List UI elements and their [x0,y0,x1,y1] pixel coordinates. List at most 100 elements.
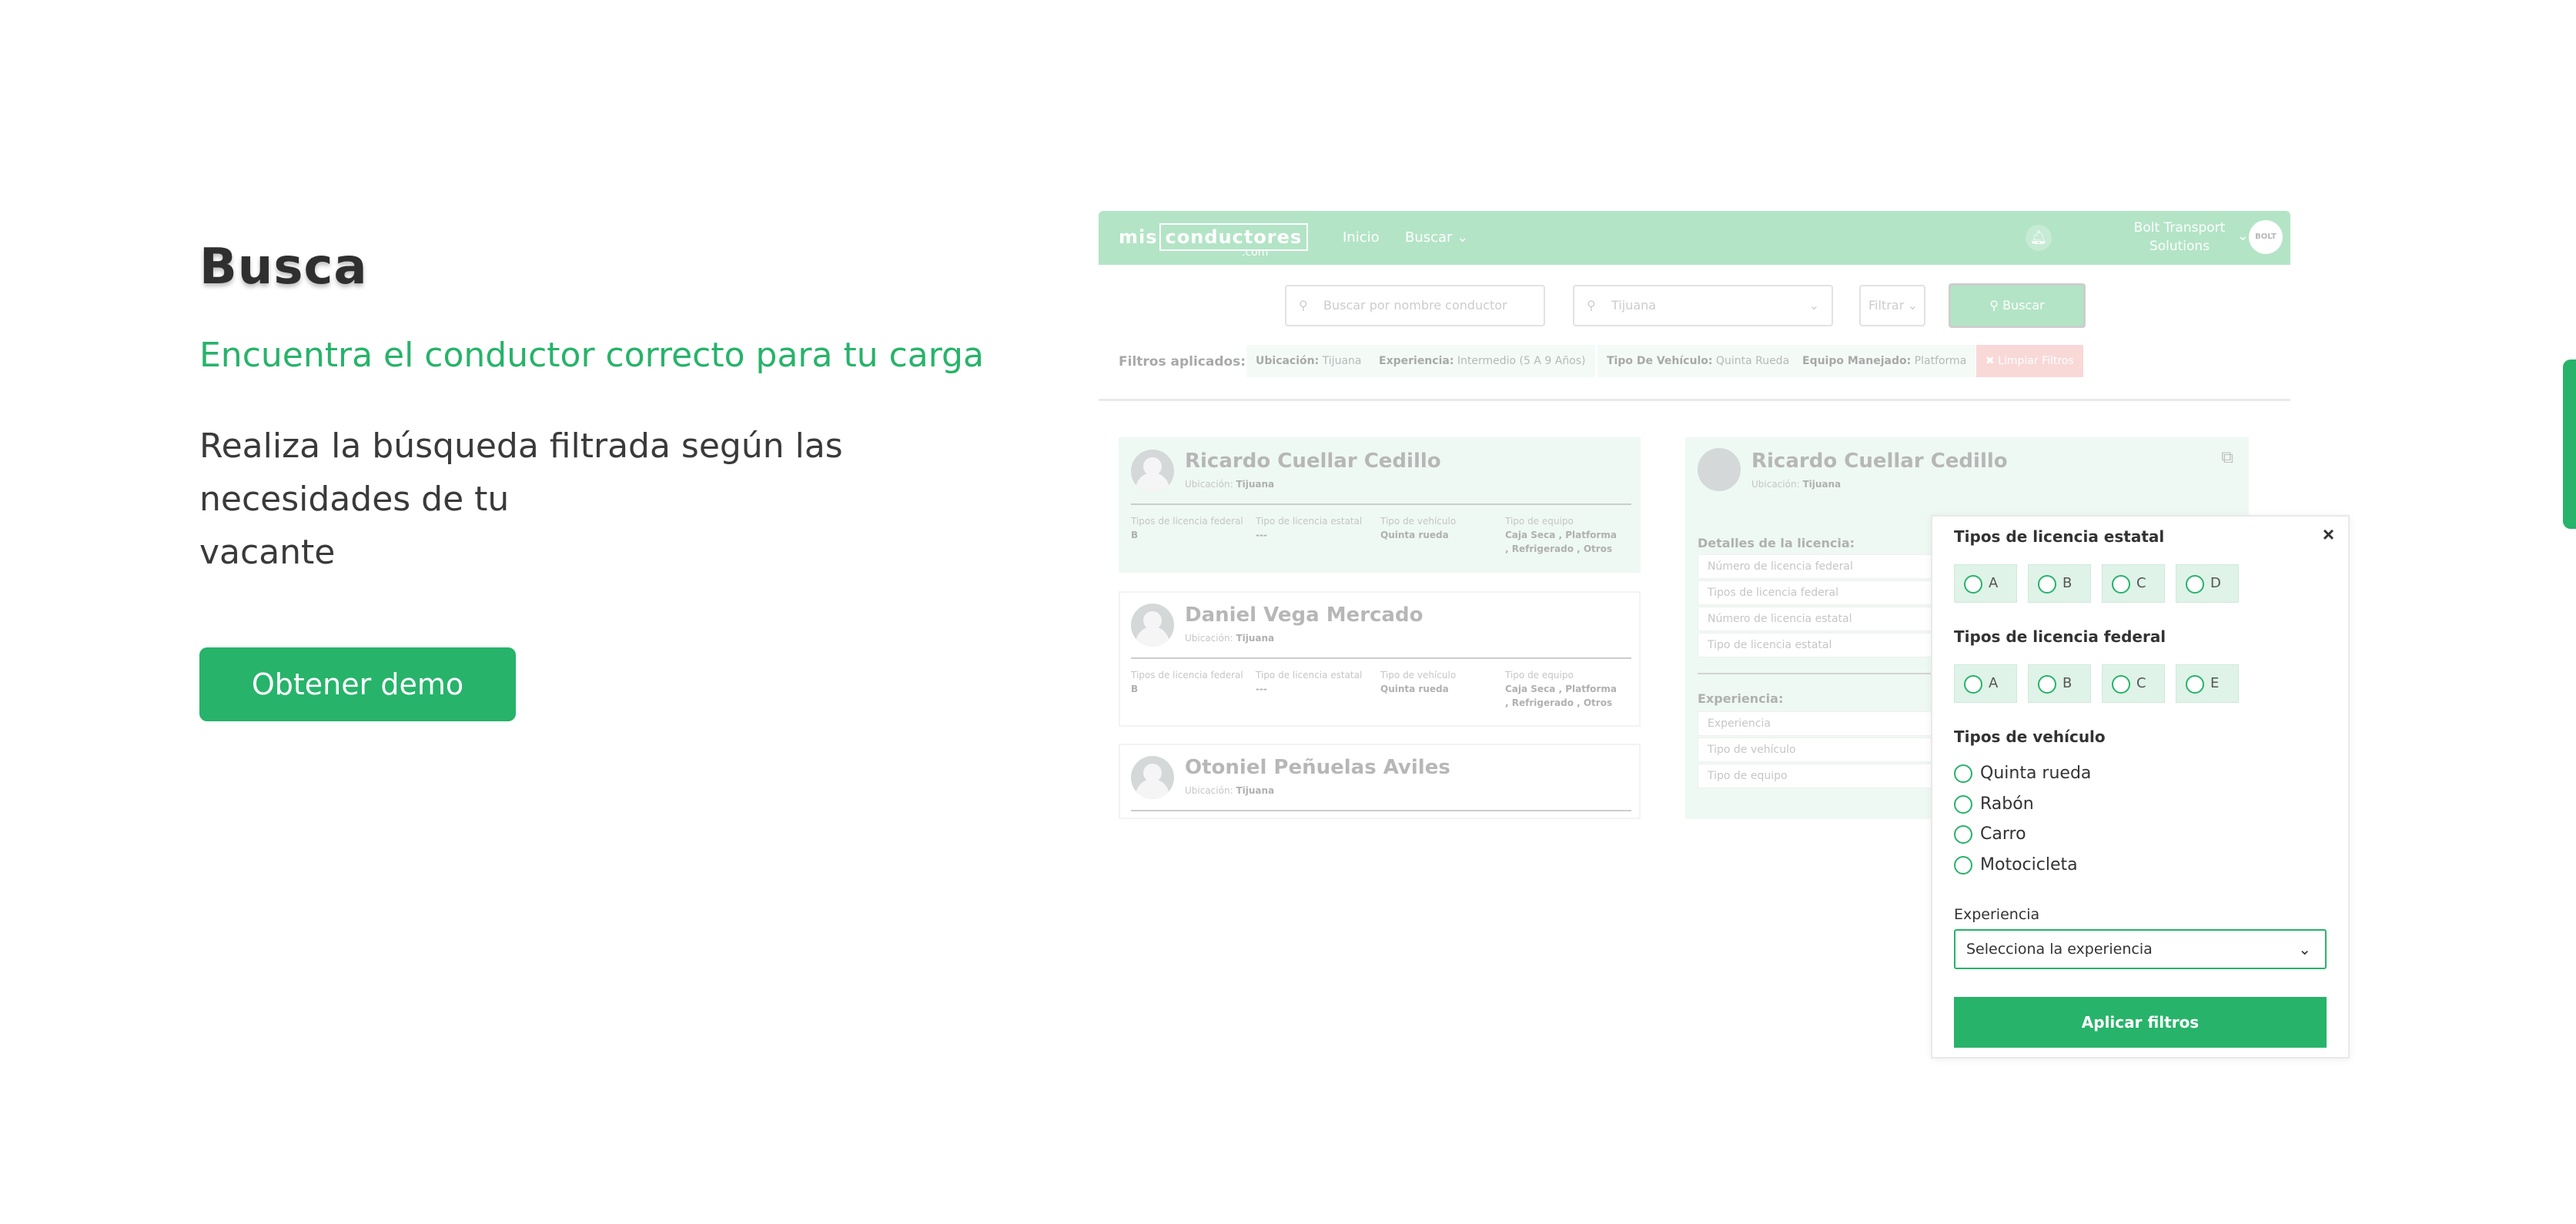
search-icon: ⚲ [1587,298,1596,313]
avatar [1131,756,1174,799]
chevron-down-icon: ⌄ [1808,298,1819,313]
location-value: Tijuana [1802,479,1842,490]
vehicle-option-quinta-rueda[interactable]: Quinta rueda [1954,763,2091,784]
vehicle-types-title: Tipos de vehículo [1954,727,2106,746]
chevron-down-icon: ⌄ [1907,298,1918,313]
radio-icon [1954,764,1972,783]
chevron-down-icon: ⌄ [2236,228,2249,244]
column-value: Caja Seca , Platforma , Refrigerado , Ot… [1505,684,1617,708]
hero-description: Realiza la búsqueda filtrada según las n… [199,420,969,579]
column-label: Tipo de vehículo [1380,670,1457,681]
vehicle-option-rabon[interactable]: Rabón [1954,794,2034,815]
column-value: Quinta rueda [1380,530,1449,540]
column-label: Tipos de licencia federal [1131,670,1243,681]
equipment-column: Tipo de equipo Caja Seca , Platforma , Re… [1505,668,1621,710]
license-section-title: Detalles de la licencia: [1698,536,1855,550]
column-label: Tipo de licencia estatal [1256,670,1363,681]
location-label: Ubicación: [1185,633,1233,644]
apply-filters-button[interactable]: Aplicar filtros [1954,997,2327,1048]
company-avatar: BOLT [2249,220,2283,254]
federal-license-column: Tipos de licencia federal B [1131,668,1243,696]
mockup-search-button: ⚲ Buscar [1949,283,2086,328]
search-button-label: Buscar [2002,298,2045,313]
search-placeholder: Buscar por nombre conductor [1323,298,1507,313]
option-label: C [2136,575,2146,591]
hero-subtitle: Encuentra el conductor correcto para tu … [199,336,984,375]
estatal-option-b[interactable]: B [2028,564,2091,603]
federal-option-a[interactable]: A [1954,664,2017,703]
side-tab[interactable] [2563,360,2576,529]
estatal-option-d[interactable]: D [2176,564,2239,603]
divider [1131,503,1631,505]
option-label: A [1989,575,1999,591]
column-value: B [1131,530,1139,540]
driver-location: Ubicación: Tijuana [1185,479,1274,490]
option-label: Rabón [1980,794,2034,814]
radio-icon [2112,575,2130,594]
vehicle-option-motocicleta[interactable]: Motocicleta [1954,854,2078,876]
radio-icon [2186,675,2204,694]
federal-option-e[interactable]: E [2176,664,2239,703]
radio-icon [1954,795,1972,814]
experience-title: Experiencia [1954,906,2040,923]
option-label: B [2062,575,2073,591]
federal-license-column: Tipos de licencia federal B [1131,514,1243,542]
location-label: Ubicación: [1185,479,1233,490]
driver-card: Daniel Vega Mercado Ubicación: Tijuana T… [1119,591,1641,727]
filter-chip: Experiencia: Intermedio (5 A 9 Años) [1370,345,1595,377]
hero-section: Busca Encuentra el conductor correcto pa… [199,239,1046,579]
column-value: Caja Seca , Platforma , Refrigerado , Ot… [1505,530,1617,554]
radio-icon [1964,575,1982,594]
experience-section-title: Experiencia: [1698,691,1784,706]
column-label: Tipo de licencia estatal [1256,516,1363,527]
hero-title: Busca [199,239,368,296]
chip-value: Intermedio (5 A 9 Años) [1457,355,1586,367]
company-name: Bolt Transport Solutions [2126,219,2233,256]
federal-option-b[interactable]: B [2028,664,2091,703]
external-link-icon: ⧉ [2221,448,2233,467]
location-value: Tijuana [1236,785,1275,796]
option-label: Motocicleta [1980,855,2078,875]
vehicle-option-carro[interactable]: Carro [1954,824,2026,845]
column-label: Tipo de vehículo [1380,516,1457,527]
equipment-column: Tipo de equipo Caja Seca , Platforma , Re… [1505,514,1621,556]
driver-name: Daniel Vega Mercado [1185,604,1423,627]
estatal-license-column: Tipo de licencia estatal --- [1256,514,1362,542]
chip-value: Tijuana [1322,355,1362,367]
column-label: Tipo de equipo [1505,670,1574,681]
divider [1131,657,1631,659]
column-label: Tipos de licencia federal [1131,516,1243,527]
logo-text: mis [1119,226,1158,248]
divider [1099,399,2290,401]
close-icon[interactable]: × [2323,523,2334,547]
avatar [1131,450,1174,493]
estatal-license-column: Tipo de licencia estatal --- [1256,668,1362,696]
driver-location: Ubicación: Tijuana [1185,785,1274,796]
option-label: B [2062,675,2073,691]
location-value: Tijuana [1236,479,1275,490]
vehicle-column: Tipo de vehículo Quinta rueda [1380,514,1456,542]
estatal-option-a[interactable]: A [1954,564,2017,603]
get-demo-button[interactable]: Obtener demo [199,647,516,721]
option-label: A [1989,675,1999,691]
experience-select[interactable]: Selecciona la experiencia ⌄ [1954,929,2327,969]
search-icon: ⚲ [1299,298,1308,313]
search-icon: ⚲ [1989,298,1999,313]
chip-key: Experiencia: [1379,355,1454,367]
filters-popup: × Tipos de licencia estatal A B C D Tipo… [1931,515,2350,1058]
mockup-navbar: mis conductores .com Inicio Buscar ⌄ 🔔︎ B… [1099,211,2290,265]
filter-label: Filtrar [1868,298,1905,313]
clear-filters-chip: ✖ Limpiar Filtros [1976,345,2083,377]
federal-license-title: Tipos de licencia federal [1954,627,2166,646]
driver-card: Ricardo Cuellar Cedillo Ubicación: Tijua… [1119,437,1641,573]
filter-chip: Ubicación: Tijuana [1246,345,1371,377]
federal-option-c[interactable]: C [2102,664,2165,703]
nav-link-inicio: Inicio [1343,229,1380,246]
estatal-option-c[interactable]: C [2102,564,2165,603]
vehicle-column: Tipo de vehículo Quinta rueda [1380,668,1456,696]
radio-icon [1954,825,1972,844]
mockup-name-search: ⚲ Buscar por nombre conductor [1285,285,1545,326]
applied-filters-label: Filtros aplicados: [1119,354,1246,370]
radio-icon [1954,856,1972,875]
bell-icon: 🔔︎ [2026,225,2052,251]
